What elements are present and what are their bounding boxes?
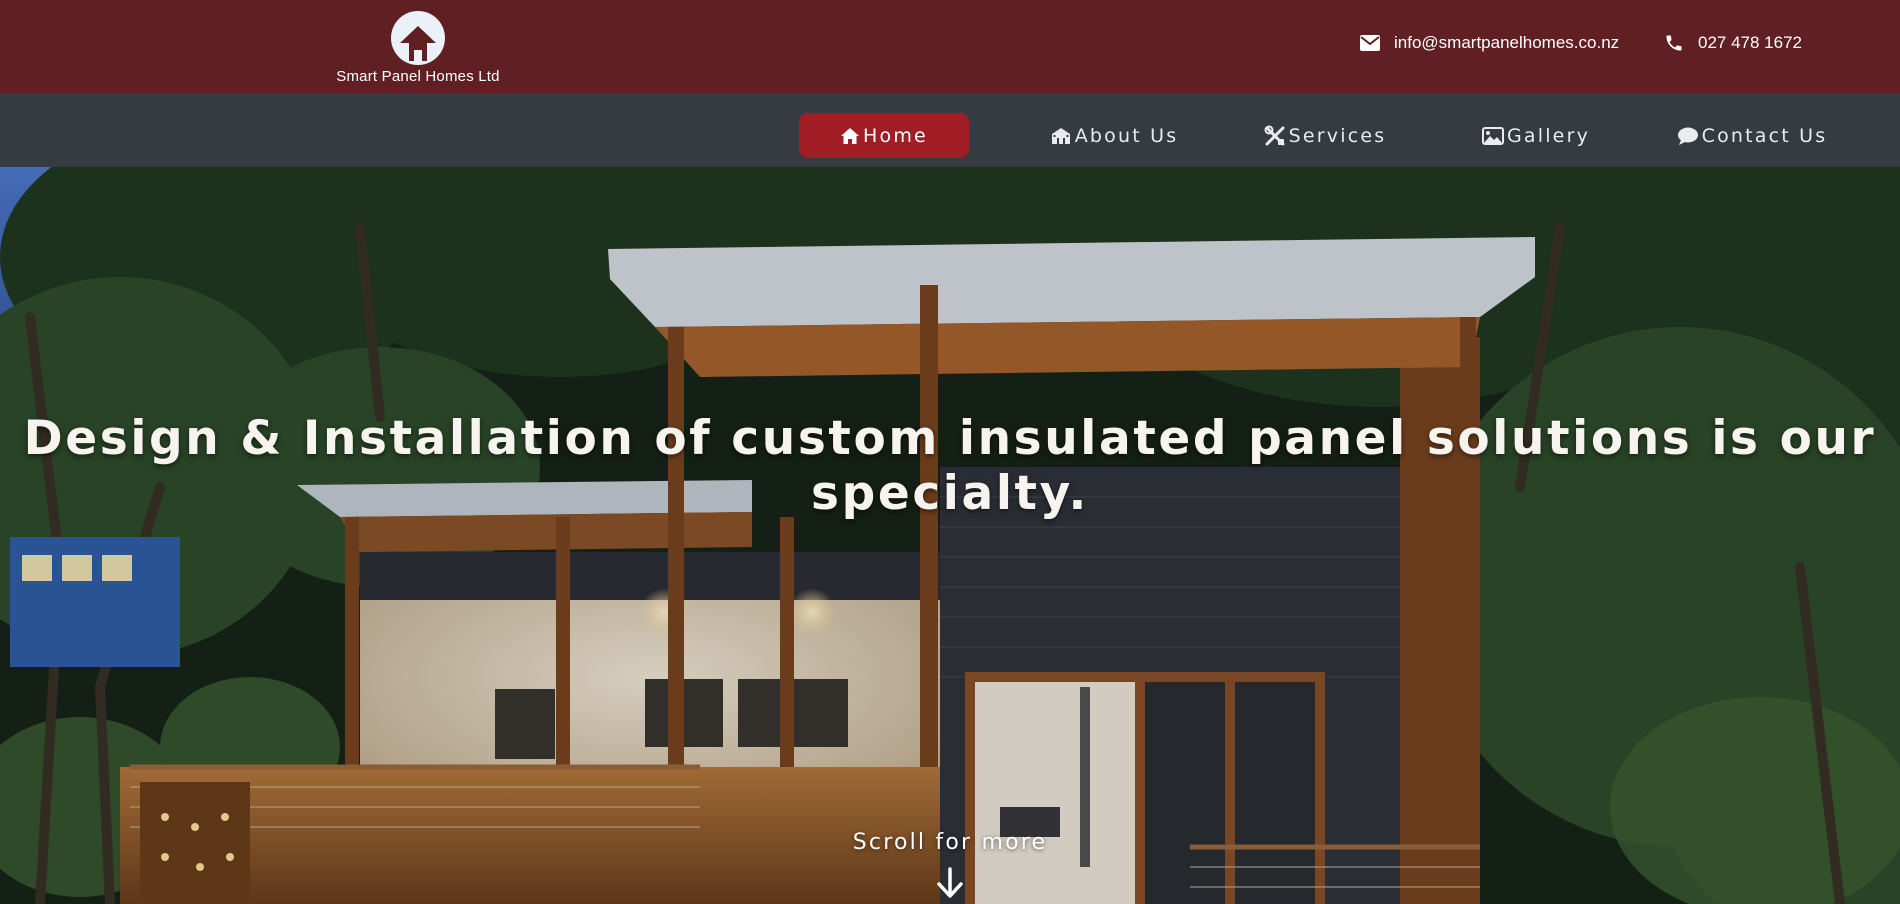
hero-background-photo	[0, 167, 1900, 904]
nav-item-contact[interactable]: Contact Us	[1672, 113, 1832, 158]
nav-item-label: Services	[1288, 124, 1387, 147]
nav-item-label: About Us	[1074, 124, 1179, 147]
hero-section: Design & Installation of custom insulate…	[0, 167, 1900, 904]
scroll-for-more-link[interactable]: Scroll for more	[0, 830, 1900, 855]
envelope-icon	[1360, 35, 1380, 51]
email-address: info@smartpanelhomes.co.nz	[1394, 33, 1620, 52]
phone-link[interactable]: 027 478 1672	[1664, 33, 1802, 53]
phone-icon	[1666, 35, 1682, 51]
nav-item-home[interactable]: Home	[799, 113, 969, 158]
house-in-circle-icon	[391, 11, 445, 65]
top-bar: Smart Panel Homes Ltd info@smartpanelhom…	[0, 0, 1900, 93]
home-icon	[841, 127, 860, 144]
main-nav: Home About Us Services Gallery Contact U…	[0, 93, 1900, 167]
nav-item-label: Contact Us	[1701, 124, 1828, 147]
brand-name: Smart Panel Homes Ltd	[336, 68, 500, 85]
nav-item-label: Gallery	[1506, 124, 1591, 147]
hero-headline: Design & Installation of custom insulate…	[23, 411, 1877, 521]
building-icon	[1051, 127, 1070, 144]
nav-item-gallery[interactable]: Gallery	[1476, 113, 1596, 158]
tools-icon	[1264, 125, 1285, 145]
nav-item-about[interactable]: About Us	[1024, 113, 1204, 158]
email-link[interactable]: info@smartpanelhomes.co.nz	[1360, 33, 1619, 53]
phone-number: 027 478 1672	[1698, 33, 1802, 52]
site-logo[interactable]: Smart Panel Homes Ltd	[324, 10, 512, 88]
nav-item-services[interactable]: Services	[1250, 113, 1400, 158]
nav-item-label: Home	[863, 124, 928, 147]
arrow-down-icon[interactable]	[936, 867, 964, 899]
image-icon	[1481, 126, 1504, 145]
chat-bubble-icon	[1677, 127, 1698, 145]
